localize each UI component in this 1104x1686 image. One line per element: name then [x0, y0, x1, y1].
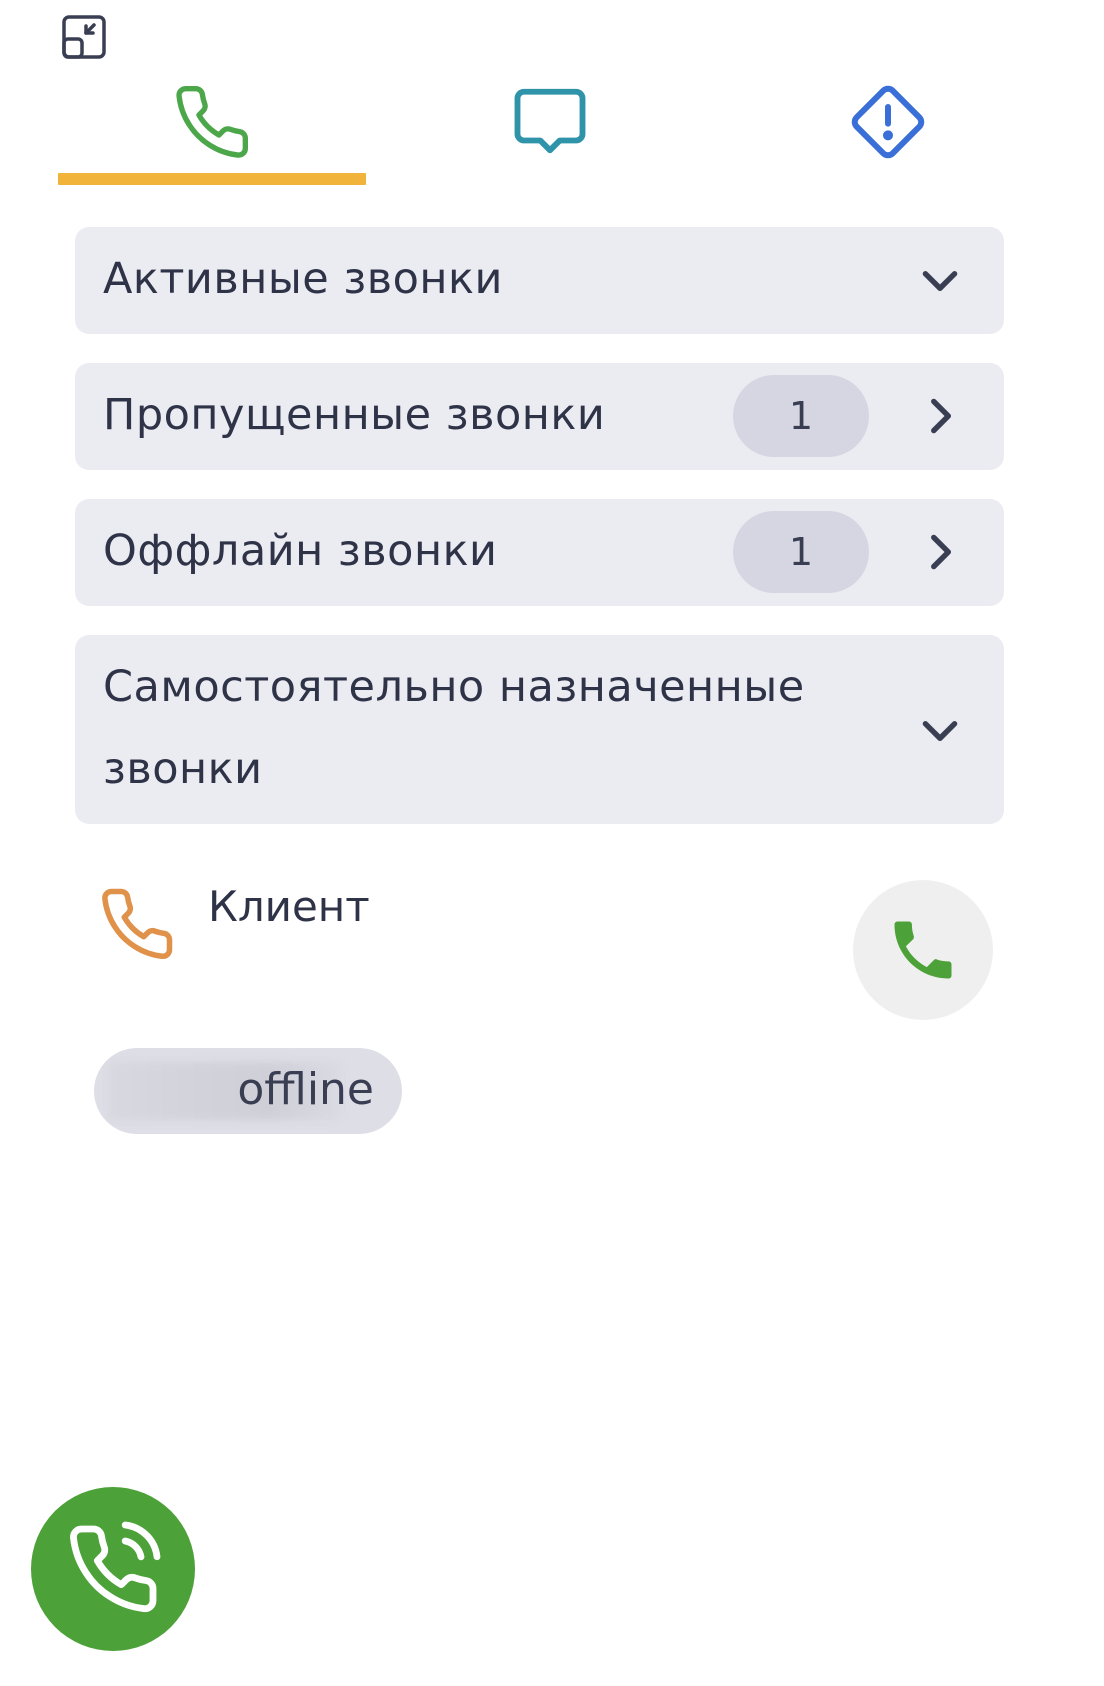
section-title: Активные звонки: [103, 254, 503, 304]
status-badge: offline: [94, 1048, 402, 1134]
count-badge: 1: [733, 375, 869, 457]
tab-alerts[interactable]: [733, 70, 1043, 190]
tab-chats[interactable]: [395, 70, 705, 190]
active-tab-indicator: [58, 173, 366, 185]
call-list-item[interactable]: Клиент: [0, 870, 1104, 1040]
badge-count: 1: [788, 394, 814, 438]
phone-icon: [894, 921, 952, 979]
chevron-right-icon[interactable]: [915, 391, 965, 441]
tab-bar: [0, 70, 1104, 190]
chevron-down-icon[interactable]: [915, 255, 965, 305]
section-missed-calls[interactable]: Пропущенные звонки 1: [75, 363, 1004, 470]
section-self-assigned-calls[interactable]: Самостоятельно назначенные звонки: [75, 635, 1004, 824]
tab-calls[interactable]: [57, 70, 367, 190]
phone-ringing-icon: [70, 1521, 161, 1613]
chevron-right-icon[interactable]: [915, 527, 965, 577]
phone-icon: [102, 888, 173, 960]
section-title: Самостоятельно назначенные звонки: [103, 662, 805, 794]
accept-call-button[interactable]: [853, 880, 993, 1020]
caller-name: Клиент: [208, 882, 370, 931]
chevron-down-icon[interactable]: [915, 705, 965, 755]
phone-fab-button[interactable]: [31, 1487, 195, 1651]
section-title: Пропущенные звонки: [103, 390, 606, 440]
status-label: offline: [237, 1064, 374, 1115]
chat-bubble-icon: [514, 88, 586, 154]
count-badge: 1: [733, 511, 869, 593]
phone-icon: [176, 86, 249, 158]
section-active-calls[interactable]: Активные звонки: [75, 227, 1004, 334]
minimize-window-icon[interactable]: [60, 13, 108, 61]
badge-count: 1: [788, 530, 814, 574]
alert-diamond-icon: [851, 85, 925, 159]
section-title: Оффлайн звонки: [103, 526, 498, 576]
section-offline-calls[interactable]: Оффлайн звонки 1: [75, 499, 1004, 606]
